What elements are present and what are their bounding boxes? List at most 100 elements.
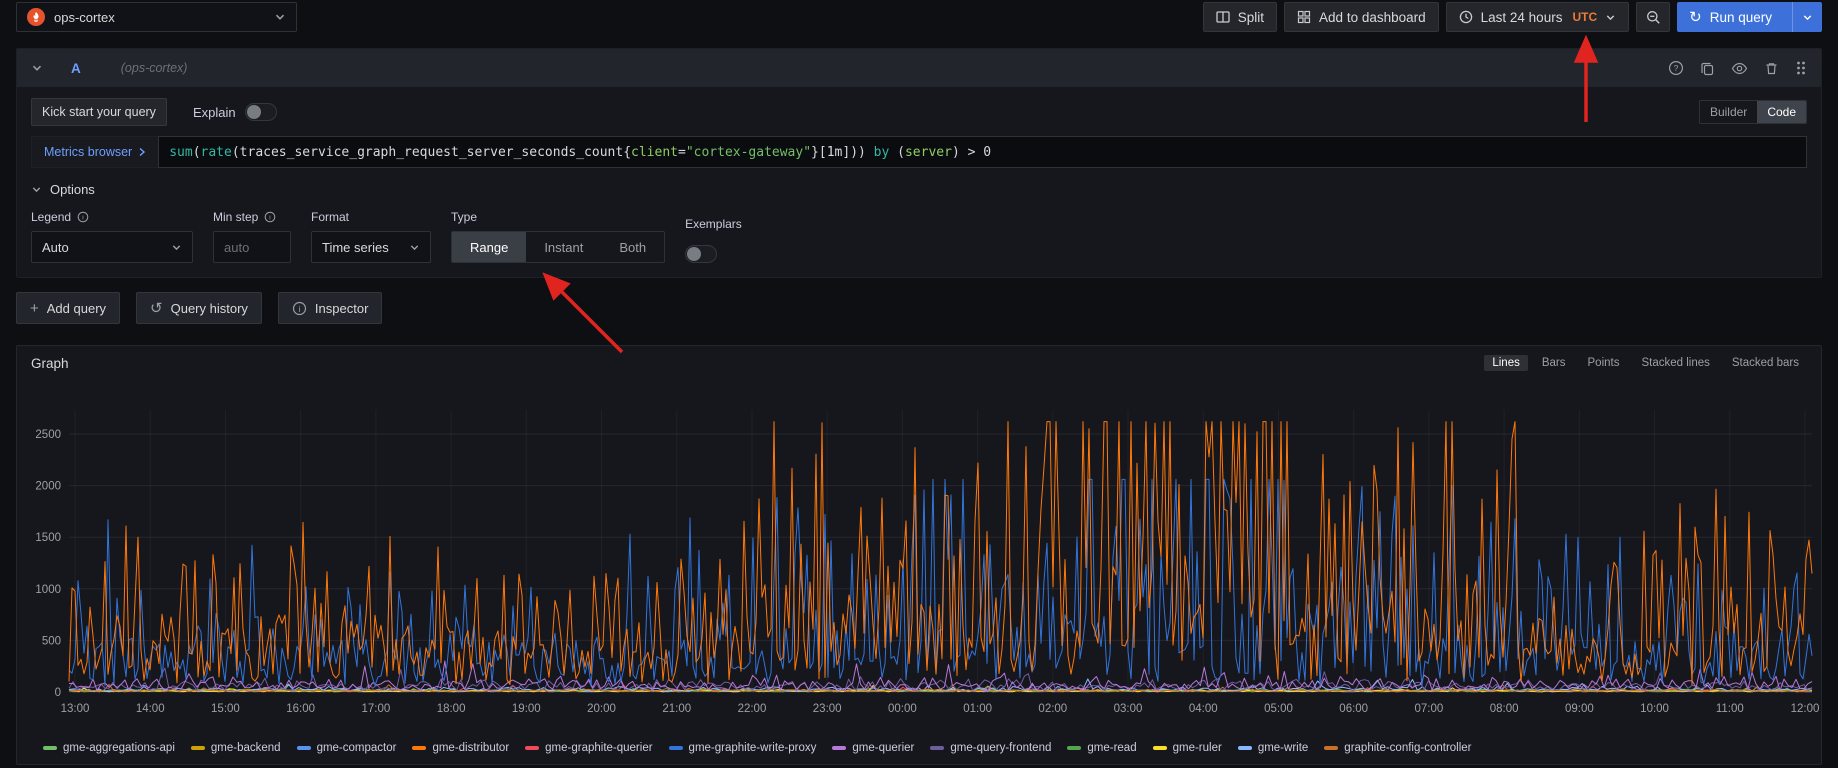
plus-icon: +	[30, 301, 39, 316]
inspector-label: Inspector	[315, 301, 368, 316]
zoom-out-button[interactable]	[1636, 2, 1670, 32]
legend-swatch	[1067, 746, 1081, 750]
split-button[interactable]: Split	[1203, 2, 1277, 32]
svg-text:15:00: 15:00	[211, 703, 240, 715]
query-ref-id[interactable]: A	[71, 61, 81, 76]
query-code-input[interactable]: sum(rate(traces_service_graph_request_se…	[158, 136, 1807, 168]
query-type-instant[interactable]: Instant	[526, 232, 601, 262]
metrics-browser-button[interactable]: Metrics browser	[31, 136, 158, 168]
legend-swatch	[832, 746, 846, 750]
legend-select[interactable]: Auto	[31, 231, 193, 263]
add-to-dashboard-button[interactable]: Add to dashboard	[1284, 2, 1439, 32]
legend-item[interactable]: graphite-config-controller	[1324, 742, 1471, 754]
svg-text:08:00: 08:00	[1490, 703, 1519, 715]
timezone-label: UTC	[1572, 10, 1597, 24]
eye-icon[interactable]	[1731, 60, 1748, 77]
editor-mode-code[interactable]: Code	[1757, 101, 1806, 123]
graph-mode-stacked-bars[interactable]: Stacked bars	[1724, 355, 1807, 371]
legend-swatch	[1238, 746, 1252, 750]
query-type-both[interactable]: Both	[601, 232, 664, 262]
min-step-input[interactable]	[213, 231, 291, 263]
legend-item[interactable]: gme-aggregations-api	[43, 742, 175, 754]
legend-swatch	[930, 746, 944, 750]
graph-panel: Graph LinesBarsPointsStacked linesStacke…	[16, 345, 1822, 765]
trash-icon[interactable]	[1764, 61, 1779, 76]
legend-series-name: gme-graphite-querier	[545, 742, 652, 754]
query-history-label: Query history	[171, 301, 248, 316]
run-query-dropdown[interactable]	[1792, 2, 1822, 32]
legend-series-name: gme-graphite-write-proxy	[689, 742, 817, 754]
legend-item[interactable]: gme-write	[1238, 742, 1308, 754]
info-circle-icon: i	[292, 301, 307, 316]
svg-text:2000: 2000	[35, 481, 61, 493]
chevron-down-icon	[274, 11, 286, 23]
datasource-label: ops-cortex	[54, 10, 115, 25]
legend-swatch	[43, 746, 57, 750]
graph-mode-lines[interactable]: Lines	[1484, 355, 1528, 371]
add-query-button[interactable]: + Add query	[16, 292, 120, 324]
legend-item[interactable]: gme-distributor	[412, 742, 509, 754]
drag-handle-icon[interactable]	[1795, 60, 1807, 76]
min-step-label: Min step	[213, 210, 258, 224]
collapse-chevron-icon[interactable]	[31, 62, 43, 74]
exemplars-toggle[interactable]	[685, 245, 717, 263]
query-type-range[interactable]: Range	[452, 232, 526, 262]
annotation-arrow-range-button	[546, 276, 622, 352]
editor-mode-builder[interactable]: Builder	[1700, 101, 1757, 123]
explore-toolbar: ops-cortex Split Add to dashboard Last 2…	[0, 0, 1838, 34]
graph-mode-points[interactable]: Points	[1580, 355, 1628, 371]
legend-swatch	[1324, 746, 1338, 750]
apps-grid-icon	[1297, 10, 1311, 24]
query-row-header[interactable]: A (ops-cortex) ?	[17, 49, 1821, 87]
legend-item[interactable]: gme-query-frontend	[930, 742, 1051, 754]
legend-item[interactable]: gme-graphite-write-proxy	[669, 742, 817, 754]
legend-item[interactable]: gme-ruler	[1153, 742, 1222, 754]
time-range-label: Last 24 hours	[1481, 10, 1563, 25]
kick-start-query-button[interactable]: Kick start your query	[31, 98, 167, 126]
run-query-button[interactable]: ↻ Run query	[1677, 2, 1822, 32]
legend-item[interactable]: gme-compactor	[297, 742, 397, 754]
sync-icon: ↻	[1689, 10, 1702, 25]
legend-item[interactable]: gme-backend	[191, 742, 281, 754]
explain-toggle[interactable]	[245, 103, 277, 121]
svg-text:05:00: 05:00	[1264, 703, 1293, 715]
legend-series-name: gme-read	[1087, 742, 1136, 754]
metrics-browser-label: Metrics browser	[44, 145, 132, 159]
svg-text:i: i	[298, 303, 300, 313]
time-range-picker[interactable]: Last 24 hours UTC	[1446, 2, 1629, 32]
chevron-down-icon	[1605, 12, 1616, 23]
legend-swatch	[191, 746, 205, 750]
graph-legend: gme-aggregations-api gme-backend gme-compa…	[17, 740, 1821, 754]
graph-mode-stacked-lines[interactable]: Stacked lines	[1633, 355, 1717, 371]
options-section-toggle[interactable]: Options	[31, 182, 1807, 197]
legend-item[interactable]: gme-graphite-querier	[525, 742, 652, 754]
svg-text:01:00: 01:00	[963, 703, 992, 715]
graph-mode-bars[interactable]: Bars	[1534, 355, 1574, 371]
legend-series-name: gme-distributor	[432, 742, 509, 754]
legend-swatch	[1153, 746, 1167, 750]
datasource-picker[interactable]: ops-cortex	[16, 2, 297, 32]
query-history-button[interactable]: ↺ Query history	[136, 292, 262, 324]
copy-icon[interactable]	[1700, 61, 1715, 76]
svg-text:0: 0	[55, 687, 61, 699]
history-icon: ↺	[150, 301, 163, 316]
legend-item[interactable]: gme-read	[1067, 742, 1136, 754]
svg-text:09:00: 09:00	[1565, 703, 1594, 715]
legend-series-name: gme-write	[1258, 742, 1308, 754]
svg-text:07:00: 07:00	[1415, 703, 1444, 715]
format-select[interactable]: Time series	[311, 231, 431, 263]
split-icon	[1216, 10, 1230, 24]
svg-text:03:00: 03:00	[1114, 703, 1143, 715]
svg-text:14:00: 14:00	[136, 703, 165, 715]
legend-item[interactable]: gme-querier	[832, 742, 914, 754]
chevron-down-icon	[31, 184, 42, 195]
legend-series-name: gme-aggregations-api	[63, 742, 175, 754]
help-icon[interactable]: ?	[1668, 60, 1684, 76]
time-series-chart[interactable]: 0500100015002000250013:0014:0015:0016:00…	[17, 380, 1821, 740]
chevron-down-icon	[171, 242, 182, 253]
svg-text:20:00: 20:00	[587, 703, 616, 715]
svg-text:2500: 2500	[35, 429, 61, 441]
type-label: Type	[451, 210, 477, 224]
chevron-down-icon	[1802, 12, 1813, 23]
inspector-button[interactable]: i Inspector	[278, 292, 382, 324]
